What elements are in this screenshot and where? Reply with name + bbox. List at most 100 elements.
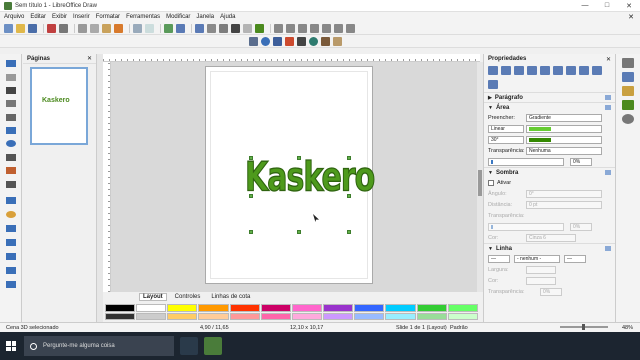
image-icon[interactable]	[195, 23, 204, 33]
shadow-distance-field[interactable]: 0 pt	[526, 200, 602, 209]
selection-handle[interactable]	[249, 156, 253, 160]
menu-ferramentas[interactable]: Ferramentas	[126, 14, 160, 20]
undo-icon[interactable]	[133, 23, 142, 33]
palette-swatch[interactable]	[385, 312, 416, 320]
bold-icon[interactable]	[579, 66, 589, 75]
shadow-transparency-percent[interactable]: 0%	[570, 222, 592, 231]
line-tool-icon[interactable]	[6, 100, 16, 107]
menu-inserir[interactable]: Inserir	[73, 14, 90, 20]
palette-swatch[interactable]	[323, 304, 354, 312]
new-icon[interactable]	[4, 23, 13, 33]
text-tool-icon[interactable]	[6, 87, 16, 94]
crop-icon[interactable]	[334, 23, 343, 33]
section-paragraph[interactable]: ▶ Parágrafo	[484, 92, 615, 102]
palette-swatch[interactable]	[136, 312, 167, 320]
palette-swatch[interactable]	[229, 304, 260, 312]
palette-swatch[interactable]	[447, 312, 478, 320]
gradient-color1-select[interactable]	[526, 124, 602, 133]
section-area[interactable]: ▼ Área	[484, 102, 615, 112]
selection-handle[interactable]	[297, 156, 301, 160]
more-options-icon[interactable]	[605, 95, 611, 100]
clone-formatting-icon[interactable]	[114, 23, 123, 33]
open-icon[interactable]	[16, 23, 25, 33]
sidebar-menu-icon[interactable]	[622, 58, 634, 68]
palette-swatch[interactable]	[354, 304, 385, 312]
palette-swatch[interactable]	[416, 304, 447, 312]
cylinder-icon[interactable]	[273, 36, 282, 46]
shadow-enable-checkbox[interactable]	[488, 179, 494, 186]
palette-swatch[interactable]	[291, 312, 323, 320]
palette-swatch[interactable]	[105, 312, 136, 320]
more-options-icon[interactable]	[605, 170, 611, 175]
copy-icon[interactable]	[90, 23, 99, 33]
curve-tool-icon[interactable]	[6, 167, 16, 174]
table-icon[interactable]	[219, 23, 228, 33]
align-icon[interactable]	[286, 23, 295, 33]
drawing-canvas[interactable]: Kaskero	[111, 62, 477, 292]
cube-icon[interactable]	[249, 36, 258, 46]
selection-handle[interactable]	[347, 156, 351, 160]
shell-icon[interactable]	[321, 36, 330, 46]
page-thumbnail[interactable]: Kaskero	[30, 67, 88, 145]
line-color-icon[interactable]	[501, 66, 511, 75]
line-arrow-style-select[interactable]: —	[488, 254, 510, 263]
print-icon[interactable]	[59, 23, 68, 33]
selection-handle[interactable]	[347, 230, 351, 234]
selection-handle[interactable]	[347, 194, 351, 198]
half-sphere-icon[interactable]	[333, 36, 342, 46]
transformations-icon[interactable]	[274, 23, 283, 33]
select-tool-icon[interactable]	[6, 60, 16, 67]
line-style-select[interactable]: - nenhum -	[514, 254, 560, 263]
align-right-icon[interactable]	[566, 66, 576, 75]
scrollbar-thumb[interactable]	[478, 170, 482, 196]
palette-swatch[interactable]	[198, 312, 229, 320]
shadow-angle-field[interactable]: 0°	[526, 189, 602, 198]
palette-swatch[interactable]	[385, 304, 416, 312]
area-transparency-percent[interactable]: 0%	[570, 157, 592, 166]
helplines-icon[interactable]	[176, 23, 185, 33]
more-options-icon[interactable]	[605, 105, 611, 110]
taskbar-search-box[interactable]: Pergunte-me alguma coisa	[24, 336, 174, 356]
sphere-icon[interactable]	[261, 36, 270, 46]
navigator-deck-icon[interactable]	[622, 114, 634, 124]
fontwork-icon[interactable]	[255, 23, 264, 33]
send-to-back-icon[interactable]	[527, 66, 537, 75]
palette-swatch[interactable]	[291, 304, 323, 312]
status-zoom[interactable]: 48%	[622, 325, 633, 331]
palette-swatch[interactable]	[229, 312, 260, 320]
grid-icon[interactable]	[164, 23, 173, 33]
stars-icon[interactable]	[6, 267, 16, 274]
lines-arrows-tool-icon[interactable]	[6, 154, 16, 161]
shadow-color-select[interactable]: Cinza 6	[526, 233, 576, 242]
gradient-color2-select[interactable]	[526, 135, 602, 144]
line-color-select[interactable]	[526, 276, 556, 285]
cone-icon[interactable]	[285, 36, 294, 46]
paste-icon[interactable]	[102, 23, 111, 33]
selection-handle[interactable]	[249, 194, 253, 198]
gradient-type-select[interactable]: Linear	[488, 124, 524, 133]
arrow-tool-icon[interactable]	[6, 114, 16, 121]
zoom-tool-icon[interactable]	[6, 74, 16, 81]
palette-swatch[interactable]	[323, 312, 354, 320]
rectangle-tool-icon[interactable]	[6, 127, 16, 134]
underline-icon[interactable]	[488, 79, 498, 89]
filter-icon[interactable]	[346, 23, 355, 33]
menu-arquivo[interactable]: Arquivo	[4, 14, 24, 20]
line-end-style-select[interactable]: —	[564, 254, 586, 263]
save-icon[interactable]	[28, 23, 37, 33]
area-transparency-select[interactable]: Nenhuma	[526, 146, 602, 155]
windows-start-icon[interactable]	[6, 341, 16, 351]
italic-icon[interactable]	[592, 66, 602, 75]
menu-exibir[interactable]: Exibir	[52, 14, 67, 20]
align-center-icon[interactable]	[553, 66, 563, 75]
palette-swatch[interactable]	[105, 304, 136, 312]
close-pages-panel-icon[interactable]: ✕	[87, 55, 92, 62]
gallery-deck-icon[interactable]	[622, 100, 634, 110]
export-pdf-icon[interactable]	[47, 23, 56, 33]
palette-swatch[interactable]	[167, 312, 198, 320]
libreoffice-taskbar-icon[interactable]	[204, 337, 222, 355]
menu-modificar[interactable]: Modificar	[166, 14, 190, 20]
bring-to-front-icon[interactable]	[514, 66, 524, 75]
menu-ajuda[interactable]: Ajuda	[220, 14, 235, 20]
palette-swatch[interactable]	[167, 304, 198, 312]
